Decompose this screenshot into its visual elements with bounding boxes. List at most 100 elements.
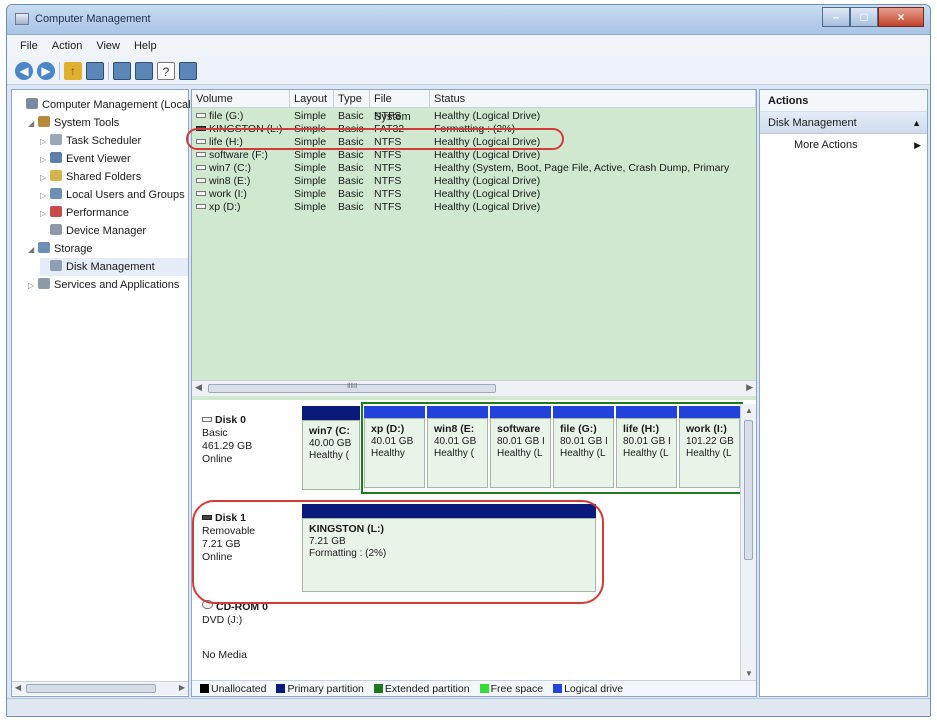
scrollbar-thumb[interactable]: ⅡⅡⅡ xyxy=(208,383,496,393)
cdrom-name: CD-ROM 0 xyxy=(216,601,268,613)
tree-horizontal-scrollbar[interactable]: ◀ ▶ xyxy=(12,681,188,695)
expand-arrow-icon[interactable]: ▷ xyxy=(40,133,50,151)
expand-arrow-icon[interactable]: ▷ xyxy=(40,169,50,187)
column-header-layout[interactable]: Layout xyxy=(290,90,334,107)
partition-status: Healthy xyxy=(371,448,405,459)
volume-row[interactable]: win8 (E:) Simple Basic NTFS Healthy (Logical… xyxy=(192,175,756,188)
volume-row[interactable]: software (F:) Simple Basic NTFS Healthy (Log… xyxy=(192,149,756,162)
scrollbar-thumb[interactable] xyxy=(26,684,156,693)
expand-arrow-icon[interactable]: ▷ xyxy=(40,187,50,205)
tree-item[interactable]: Device Manager xyxy=(40,222,188,240)
volume-cell-fs: FAT32 xyxy=(374,123,405,135)
export-list-icon[interactable] xyxy=(135,61,153,80)
partition-size: 80.01 GB I xyxy=(560,436,608,447)
expand-arrow-icon[interactable]: ▷ xyxy=(40,151,50,169)
expand-arrow-icon[interactable]: ▷ xyxy=(28,277,38,295)
partition-size: 40.00 GB xyxy=(309,438,352,449)
column-header-status[interactable]: Status xyxy=(430,90,756,107)
properties-icon[interactable] xyxy=(113,61,131,80)
legend-swatch xyxy=(200,683,209,693)
cdrom-0-info[interactable]: CD-ROM 0 DVD (J:) No Media xyxy=(202,600,268,662)
expand-arrow-icon[interactable]: ◢ xyxy=(28,115,38,133)
volume-row[interactable]: life (H:) Simple Basic NTFS Healthy (Logical… xyxy=(192,136,756,149)
tree-item[interactable]: ▷ Task Scheduler xyxy=(40,132,188,150)
tree-item[interactable]: Computer Management (Local xyxy=(16,96,191,114)
scroll-down-arrow-icon[interactable]: ▼ xyxy=(745,669,753,678)
menu-file[interactable]: File xyxy=(13,40,45,52)
volume-row[interactable]: xp (D:) Simple Basic NTFS Healthy (Logical D… xyxy=(192,201,756,214)
tree-item-label: Disk Management xyxy=(66,261,155,273)
tree-scroll-right-icon[interactable]: ▶ xyxy=(179,683,185,692)
logical-drive-bar xyxy=(616,406,677,418)
action-pane-icon[interactable] xyxy=(179,61,197,80)
tree-item[interactable]: ▷ Event Viewer xyxy=(40,150,188,168)
logical-drive-bar xyxy=(679,406,740,418)
expand-arrow-icon[interactable]: ▷ xyxy=(40,205,50,223)
actions-section-label: Disk Management xyxy=(768,117,857,129)
column-header-volume[interactable]: Volume xyxy=(192,90,290,107)
disk-0-partition[interactable]: xp (D:) 40.01 GB Healthy xyxy=(364,418,425,488)
disk-0-partition[interactable]: win8 (E: 40.01 GB Healthy ( xyxy=(427,418,488,488)
back-arrow-icon[interactable]: ◀ xyxy=(15,61,33,80)
disk-0-partition[interactable]: win7 (C: 40.00 GB Healthy ( xyxy=(302,420,360,490)
volume-list: Volume Layout Type File System Status fi… xyxy=(192,90,756,400)
tree-item-label: Event Viewer xyxy=(66,153,131,165)
volume-cell-type: Basic xyxy=(338,175,364,187)
volume-icon xyxy=(196,152,206,157)
collapse-up-icon[interactable]: ▲ xyxy=(912,112,921,134)
disk-0-partition[interactable]: work (I:) 101.22 GB Healthy (L xyxy=(679,418,740,488)
help-icon[interactable]: ? xyxy=(157,61,175,80)
menu-action[interactable]: Action xyxy=(45,40,90,52)
actions-section-disk-management[interactable]: Disk Management ▲ xyxy=(760,112,927,134)
tree-scroll-left-icon[interactable]: ◀ xyxy=(15,683,21,692)
close-button[interactable]: × xyxy=(878,7,924,27)
menu-help[interactable]: Help xyxy=(127,40,164,52)
partition-name: work (I:) xyxy=(686,423,727,435)
volume-cell-layout: Simple xyxy=(294,149,327,161)
volume-icon xyxy=(196,191,206,196)
tree-item[interactable]: ▷ Local Users and Groups xyxy=(40,186,188,204)
disk-0-partition[interactable]: software 80.01 GB I Healthy (L xyxy=(490,418,551,488)
scrollbar-thumb[interactable] xyxy=(744,420,753,560)
volume-list-horizontal-scrollbar[interactable]: ◀ ⅡⅡⅡ ▶ xyxy=(192,380,756,396)
volume-row[interactable]: win7 (C:) Simple Basic NTFS Healthy (System,… xyxy=(192,162,756,175)
disk-0-info[interactable]: Disk 0 Basic 461.29 GB Online xyxy=(202,414,252,466)
disk-1-partition-kingston[interactable]: KINGSTON (L:) 7.21 GB Formatting : (2%) xyxy=(302,518,596,592)
tree-item[interactable]: ◢ System Tools xyxy=(28,114,188,132)
volume-cell-type: Basic xyxy=(338,188,364,200)
disk-0-partition[interactable]: life (H:) 80.01 GB I Healthy (L xyxy=(616,418,677,488)
menu-view[interactable]: View xyxy=(89,40,127,52)
volume-name: work (I:) xyxy=(209,188,247,200)
tree-item[interactable]: ▷ Shared Folders xyxy=(40,168,188,186)
disk-0-partition[interactable]: file (G:) 80.01 GB I Healthy (L xyxy=(553,418,614,488)
volume-row[interactable]: work (I:) Simple Basic NTFS Healthy (Logical… xyxy=(192,188,756,201)
volume-name: xp (D:) xyxy=(209,201,241,213)
scroll-right-arrow-icon[interactable]: ▶ xyxy=(746,382,753,393)
disk-1-info[interactable]: Disk 1 Removable 7.21 GB Online xyxy=(202,512,255,564)
scroll-up-arrow-icon[interactable]: ▲ xyxy=(745,406,753,415)
volume-icon xyxy=(196,139,206,144)
submenu-arrow-icon: ▶ xyxy=(914,140,921,150)
volume-row[interactable]: file (G:) Simple Basic NTFS Healthy (Logical… xyxy=(192,110,756,123)
column-header-file-system[interactable]: File System xyxy=(370,90,430,123)
minimize-button[interactable]: – xyxy=(822,7,850,27)
volume-row[interactable]: KINGSTON (L:) Simple Basic FAT32 Formatting … xyxy=(192,123,756,136)
performance-icon xyxy=(50,206,62,217)
tree-item[interactable]: ◢ Storage xyxy=(28,240,188,258)
column-header-type[interactable]: Type xyxy=(334,90,370,107)
up-folder-icon[interactable]: ↑ xyxy=(64,61,82,80)
tree-item[interactable]: Disk Management xyxy=(40,258,188,276)
volume-cell-type: Basic xyxy=(338,123,364,135)
volume-cell-layout: Simple xyxy=(294,162,327,174)
shared-folder-icon xyxy=(50,170,62,181)
expand-arrow-icon[interactable]: ◢ xyxy=(28,241,38,259)
scroll-left-arrow-icon[interactable]: ◀ xyxy=(195,382,202,393)
forward-arrow-icon[interactable]: ▶ xyxy=(37,61,55,80)
more-actions-item[interactable]: More Actions ▶ xyxy=(760,134,927,156)
partition-legend: Unallocated Primary partition Extended par… xyxy=(192,680,756,696)
tree-item[interactable]: ▷ Services and Applications xyxy=(28,276,188,294)
tree-item[interactable]: ▷ Performance xyxy=(40,204,188,222)
disk-view-vertical-scrollbar[interactable]: ▲ ▼ xyxy=(740,404,756,680)
maximize-button[interactable]: □ xyxy=(850,7,878,27)
show-hide-tree-icon[interactable] xyxy=(86,61,104,80)
